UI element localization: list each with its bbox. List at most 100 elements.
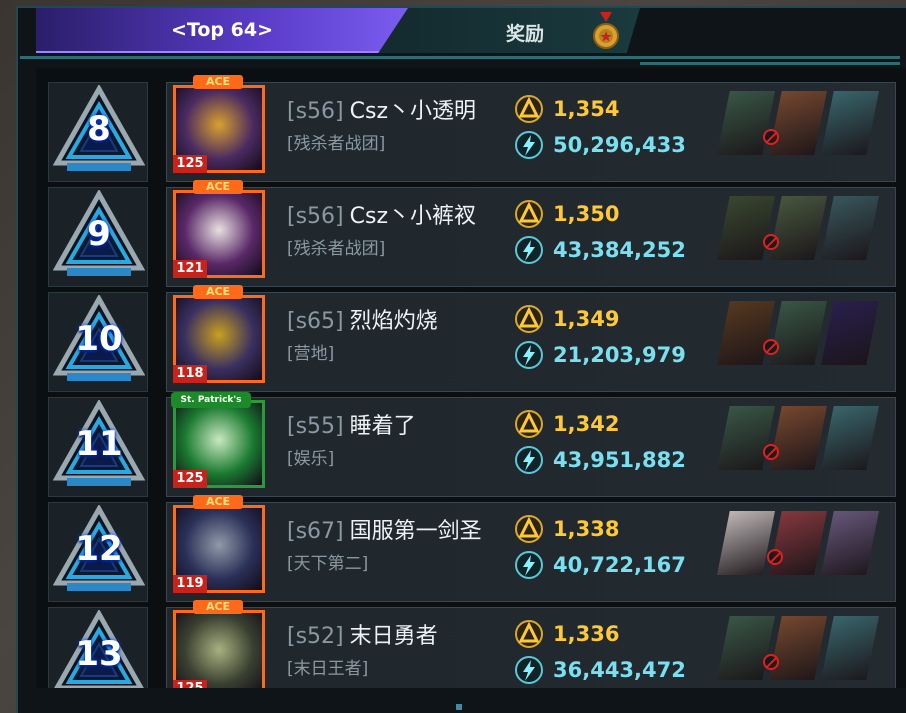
trophy-value: 1,342 xyxy=(553,412,620,436)
team-hero-portrait[interactable] xyxy=(769,301,827,365)
team-hero-portrait[interactable] xyxy=(821,616,879,680)
player-name: [s55] 睡着了 xyxy=(287,408,416,440)
player-level: 118 xyxy=(173,365,207,383)
trophy-value: 1,350 xyxy=(553,202,620,226)
rank-badge: 8 xyxy=(48,82,148,182)
team-lineup[interactable] xyxy=(717,196,879,260)
trophy-icon xyxy=(515,410,543,438)
player-avatar[interactable]: ACE 125 xyxy=(167,600,273,688)
ranking-row[interactable]: 13 ACE 125 [s52]末日勇者 [末日王者] 1,336 xyxy=(48,600,896,688)
player-avatar[interactable]: St. Patrick's 125 xyxy=(167,392,273,500)
rank-badge: 10 xyxy=(48,292,148,392)
trophy-stat: 1,336 xyxy=(513,620,619,648)
ranking-row[interactable]: 8 ACE 125 [s56] Csz丶小透明 [残杀者战团] 1,354 50… xyxy=(48,75,896,182)
player-level: 125 xyxy=(173,470,207,488)
server-tag: [s56] xyxy=(287,204,344,229)
team-hero-portrait[interactable] xyxy=(821,196,879,260)
team-hero-portrait[interactable] xyxy=(821,406,879,470)
player-name: [s56] Csz丶小透明 xyxy=(287,93,476,125)
trophy-value: 1,349 xyxy=(553,307,620,331)
player-level: 121 xyxy=(173,260,207,278)
server-tag: [s56] xyxy=(287,99,344,124)
avatar-frame-badge: ACE xyxy=(193,180,243,194)
team-lineup[interactable] xyxy=(717,511,879,575)
trophy-value: 1,336 xyxy=(553,622,620,646)
player-level: 125 xyxy=(173,155,207,173)
team-hero-portrait[interactable] xyxy=(717,91,775,155)
team-hero-portrait[interactable] xyxy=(769,196,827,260)
player-name-text: Csz丶小裤衩 xyxy=(349,204,476,229)
team-hero-portrait[interactable] xyxy=(717,616,775,680)
rank-badge: 11 xyxy=(48,397,148,497)
server-tag: [s55] xyxy=(287,414,344,439)
power-icon xyxy=(515,236,543,264)
player-avatar[interactable]: ACE 125 xyxy=(167,75,273,185)
ranking-row[interactable]: 11 St. Patrick's 125 [s55] 睡着了 [娱乐] 1,342 xyxy=(48,392,896,497)
team-hero-portrait[interactable] xyxy=(821,511,879,575)
player-avatar[interactable]: ACE 121 xyxy=(167,180,273,290)
player-name-text: 睡着了 xyxy=(349,414,416,439)
player-avatar[interactable]: ACE 118 xyxy=(167,285,273,395)
team-hero-portrait[interactable] xyxy=(769,91,827,155)
team-lineup[interactable] xyxy=(717,616,879,680)
guild-name: [营地] xyxy=(287,344,335,364)
power-value: 21,203,979 xyxy=(553,343,686,367)
banned-icon xyxy=(763,339,779,355)
avatar-frame-badge: ACE xyxy=(193,75,243,89)
player-card: ACE 125 [s52]末日勇者 [末日王者] 1,336 36,443,47… xyxy=(166,600,896,688)
team-hero-portrait[interactable] xyxy=(769,406,827,470)
trophy-icon xyxy=(515,95,543,123)
team-hero-portrait[interactable] xyxy=(769,511,827,575)
player-name: [s65] 烈焰灼烧 xyxy=(287,303,438,335)
power-value: 40,722,167 xyxy=(553,553,686,577)
team-hero-portrait[interactable] xyxy=(717,406,775,470)
team-hero-portrait[interactable] xyxy=(717,511,775,575)
server-tag: [s67] xyxy=(287,519,344,544)
rank-number: 11 xyxy=(75,424,123,464)
trophy-stat: 1,342 xyxy=(513,410,619,438)
team-hero-portrait[interactable] xyxy=(821,301,879,365)
banned-icon xyxy=(767,549,783,565)
team-hero-portrait[interactable] xyxy=(821,91,879,155)
team-lineup[interactable] xyxy=(717,406,879,470)
power-value: 36,443,472 xyxy=(553,658,686,682)
power-icon xyxy=(515,656,543,684)
ranking-row[interactable]: 9 ACE 121 [s56] Csz丶小裤衩 [残杀者战团] 1,350 43… xyxy=(48,180,896,287)
power-value: 50,296,433 xyxy=(553,133,686,157)
team-hero-portrait[interactable] xyxy=(717,301,775,365)
team-lineup[interactable] xyxy=(717,91,879,155)
trophy-stat: 1,338 xyxy=(513,515,619,543)
server-tag: [s52] xyxy=(287,624,344,649)
rank-badge: 13 xyxy=(48,607,148,688)
avatar-frame-badge: ACE xyxy=(193,495,243,509)
power-stat: 21,203,979 xyxy=(513,341,686,369)
guild-name: [残杀者战团] xyxy=(287,134,386,154)
trophy-icon xyxy=(515,515,543,543)
ranking-row[interactable]: 12 ACE 119 [s67] 国服第一剑圣 [天下第二] 1,338 40,… xyxy=(48,495,896,602)
power-stat: 40,722,167 xyxy=(513,551,686,579)
player-name: [s56] Csz丶小裤衩 xyxy=(287,198,476,230)
rank-badge: 12 xyxy=(48,502,148,602)
player-level: 119 xyxy=(173,575,207,593)
trophy-icon xyxy=(515,620,543,648)
team-hero-portrait[interactable] xyxy=(717,196,775,260)
power-value: 43,384,252 xyxy=(553,238,686,262)
player-level: 125 xyxy=(173,680,207,688)
player-name-text: 国服第一剑圣 xyxy=(349,519,482,544)
banned-icon xyxy=(763,234,779,250)
power-stat: 36,443,472 xyxy=(513,656,686,684)
trophy-stat: 1,350 xyxy=(513,200,619,228)
rank-number: 10 xyxy=(75,319,123,359)
rank-number: 13 xyxy=(75,634,123,674)
trophy-value: 1,354 xyxy=(553,97,620,121)
player-avatar[interactable]: ACE 119 xyxy=(167,495,273,605)
player-card: ACE 118 [s65] 烈焰灼烧 [营地] 1,349 21,203,979 xyxy=(166,285,896,392)
scroll-indicator[interactable] xyxy=(456,704,462,710)
trophy-stat: 1,349 xyxy=(513,305,619,333)
team-lineup[interactable] xyxy=(717,301,879,365)
ranking-list[interactable]: 8 ACE 125 [s56] Csz丶小透明 [残杀者战团] 1,354 50… xyxy=(0,0,906,688)
team-hero-portrait[interactable] xyxy=(769,616,827,680)
power-icon xyxy=(515,341,543,369)
ranking-row[interactable]: 10 ACE 118 [s65] 烈焰灼烧 [营地] 1,349 21,203,… xyxy=(48,285,896,392)
banned-icon xyxy=(763,654,779,670)
